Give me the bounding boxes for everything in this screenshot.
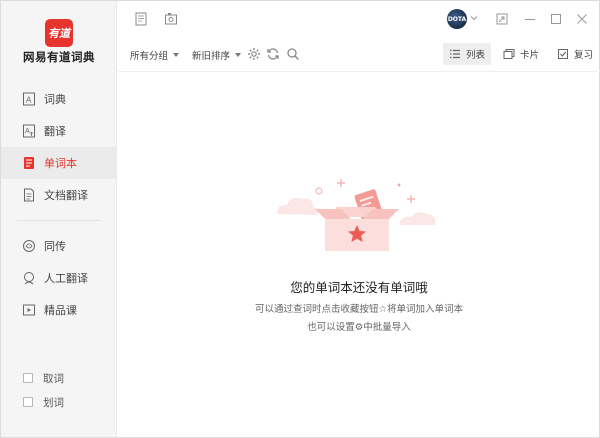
empty-title: 您的单词本还没有单词哦 bbox=[290, 280, 428, 295]
sidebar-item-label: 人工翻译 bbox=[44, 272, 88, 285]
notebook-icon[interactable] bbox=[133, 11, 149, 27]
list-icon bbox=[450, 49, 460, 59]
app-logo: 有道 bbox=[45, 19, 73, 47]
toolbar-divider bbox=[118, 71, 600, 72]
sidebar-item-label: 词典 bbox=[44, 93, 66, 106]
sync-icon[interactable] bbox=[266, 47, 280, 61]
card-icon bbox=[503, 49, 515, 59]
sidebar-item-translate[interactable]: A 翻译 bbox=[1, 115, 117, 147]
pick-word-toggle[interactable]: 取词 bbox=[23, 369, 64, 387]
view-review-label: 复习 bbox=[574, 50, 594, 61]
sidebar-item-wordbook[interactable]: 单词本 bbox=[1, 147, 117, 179]
svg-text:A: A bbox=[26, 96, 32, 105]
select-word-label: 划词 bbox=[43, 396, 64, 409]
course-icon bbox=[22, 303, 36, 317]
minimize-icon[interactable] bbox=[524, 13, 536, 25]
chevron-down-icon[interactable] bbox=[470, 14, 478, 22]
sidebar: 有道 网易有道词典 A 词典 A 翻译 单词本 文档翻译 同传 人工翻译 精品课… bbox=[1, 1, 117, 437]
app-name: 网易有道词典 bbox=[23, 50, 95, 64]
sidebar-item-human-translate[interactable]: 人工翻译 bbox=[1, 262, 117, 294]
sort-label: 新旧排序 bbox=[192, 51, 231, 62]
caret-down-icon bbox=[173, 53, 180, 57]
caret-down-icon bbox=[235, 53, 242, 57]
interpret-icon bbox=[22, 239, 36, 253]
group-filter-dropdown[interactable]: 所有分组 bbox=[130, 48, 180, 62]
select-word-toggle[interactable]: 划词 bbox=[23, 393, 64, 411]
svg-text:A: A bbox=[25, 128, 30, 135]
review-icon bbox=[558, 49, 568, 59]
sidebar-item-label: 精品课 bbox=[44, 304, 77, 317]
sidebar-divider bbox=[17, 220, 101, 221]
view-card-label: 卡片 bbox=[520, 50, 540, 61]
human-translate-icon bbox=[22, 271, 36, 285]
sidebar-item-label: 单词本 bbox=[44, 157, 77, 170]
dict-icon: A bbox=[22, 92, 36, 106]
search-icon[interactable] bbox=[286, 47, 300, 61]
view-review-button[interactable]: 复习 bbox=[551, 43, 599, 65]
empty-hint-line2: 也可以设置⚙中批量导入 bbox=[307, 322, 411, 333]
empty-wordbook-illustration bbox=[277, 179, 436, 251]
wordbook-icon bbox=[22, 156, 36, 170]
mini-mode-icon[interactable] bbox=[496, 13, 508, 25]
select-word-checkbox[interactable] bbox=[23, 397, 33, 407]
translate-icon: A bbox=[22, 124, 36, 138]
sidebar-item-course[interactable]: 精品课 bbox=[1, 294, 117, 326]
sidebar-item-label: 文档翻译 bbox=[44, 189, 88, 202]
sidebar-item-label: 同传 bbox=[44, 240, 66, 253]
group-filter-label: 所有分组 bbox=[130, 51, 169, 62]
empty-hint-line1: 可以通过查词时点击收藏按钮☆将单词加入单词本 bbox=[254, 304, 464, 315]
sidebar-item-doc-translate[interactable]: 文档翻译 bbox=[1, 179, 117, 211]
pick-word-checkbox[interactable] bbox=[23, 373, 33, 383]
document-icon bbox=[22, 188, 36, 202]
pick-word-label: 取词 bbox=[43, 372, 64, 385]
sidebar-item-label: 翻译 bbox=[44, 125, 66, 138]
gear-icon[interactable] bbox=[247, 47, 261, 61]
close-icon[interactable] bbox=[576, 13, 588, 25]
view-list-button[interactable]: 列表 bbox=[443, 43, 492, 65]
sidebar-item-interpret[interactable]: 同传 bbox=[1, 230, 117, 262]
app-window: 有道 网易有道词典 A 词典 A 翻译 单词本 文档翻译 同传 人工翻译 精品课… bbox=[0, 0, 600, 438]
screenshot-icon[interactable] bbox=[163, 11, 179, 27]
sort-dropdown[interactable]: 新旧排序 bbox=[192, 48, 242, 62]
view-card-button[interactable]: 卡片 bbox=[497, 43, 545, 65]
sidebar-item-dict[interactable]: A 词典 bbox=[1, 83, 117, 115]
view-list-label: 列表 bbox=[466, 50, 486, 61]
maximize-icon[interactable] bbox=[550, 13, 562, 25]
avatar[interactable]: DOTA bbox=[447, 9, 467, 29]
